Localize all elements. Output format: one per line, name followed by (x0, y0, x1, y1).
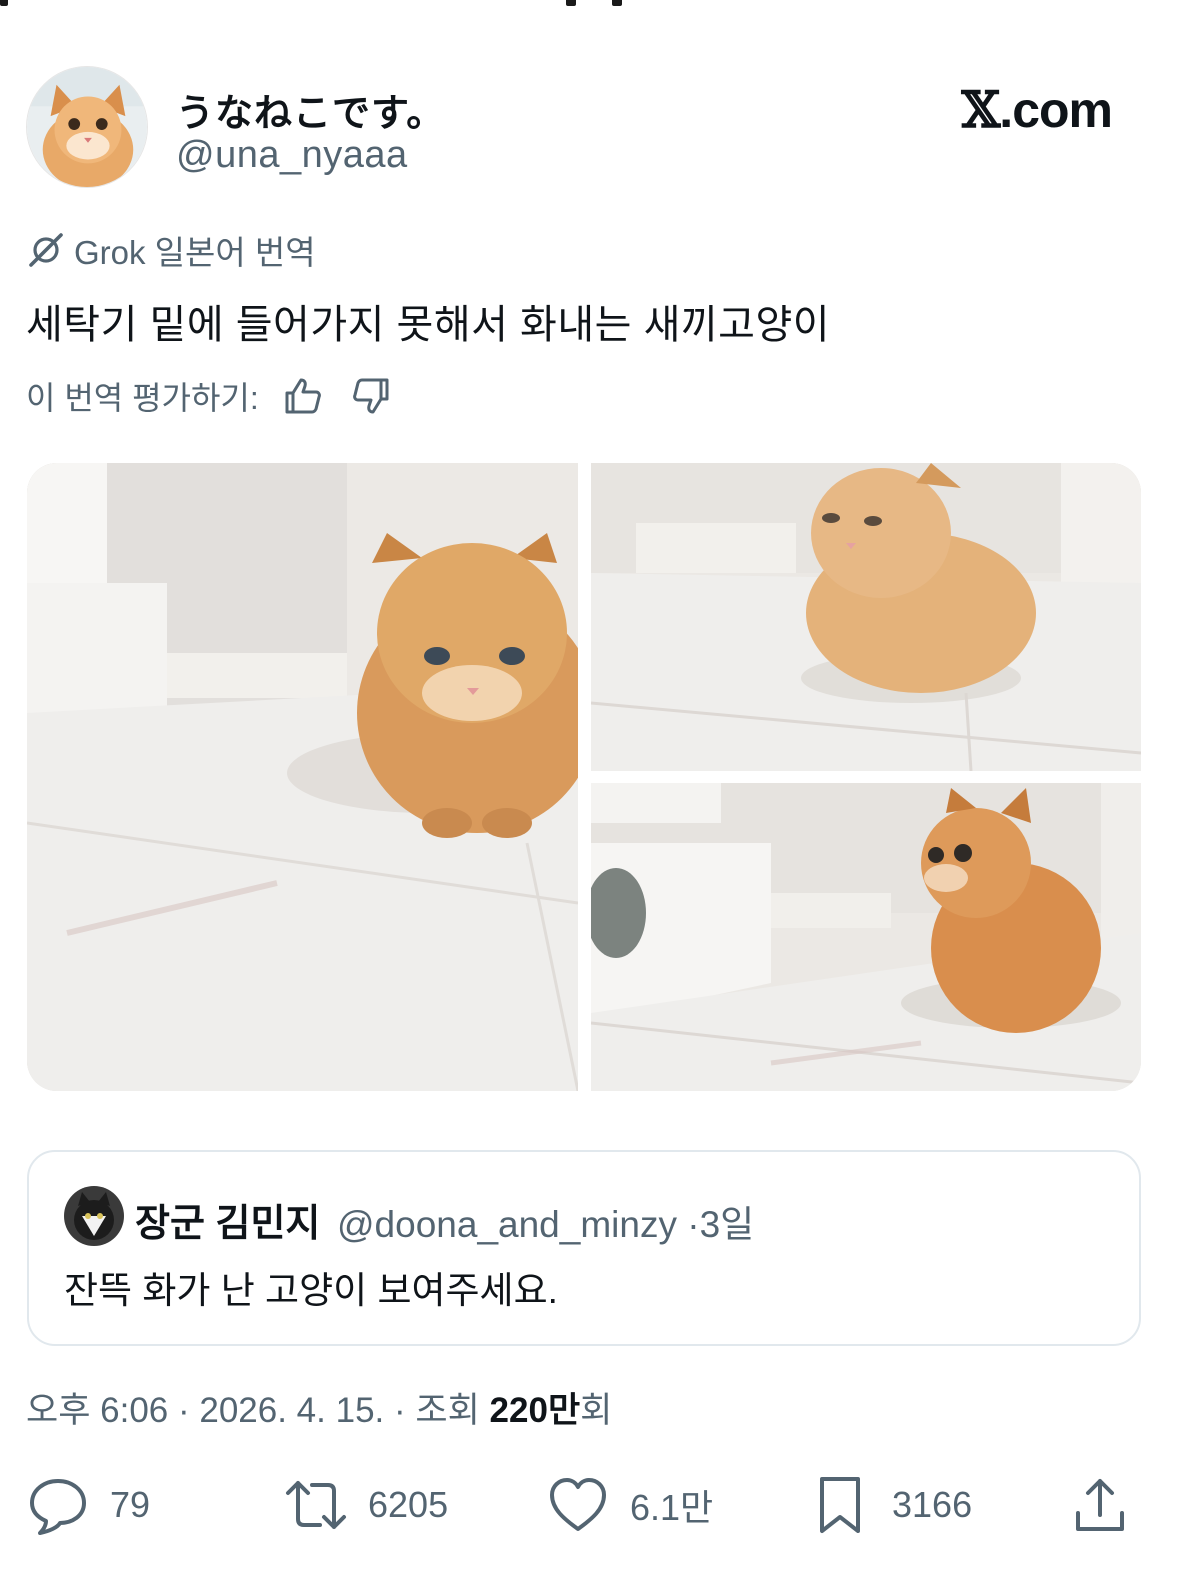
quoted-separator: · (687, 1204, 700, 1245)
quoted-author-avatar[interactable] (64, 1186, 124, 1246)
rating-label: 이 번역 평가하기: (26, 380, 259, 416)
quoted-handle-line: @doona_and_minzy ·3일 (337, 1194, 754, 1248)
heart-icon (550, 1478, 606, 1531)
views-number: 220 (489, 1391, 548, 1430)
tweet-date[interactable]: 2026. 4. 15. (199, 1391, 384, 1430)
repost-button[interactable]: 6205 (284, 1470, 448, 1540)
like-count: 6.1만 (630, 1487, 714, 1528)
quoted-display-name[interactable]: 장군 김민지 (135, 1192, 320, 1247)
status-bar-remnant (0, 0, 1179, 8)
author-avatar[interactable] (26, 66, 148, 188)
photo-3[interactable] (591, 783, 1141, 1091)
reply-button[interactable]: 79 (26, 1470, 150, 1540)
share-icon (1076, 1479, 1124, 1531)
quoted-text: 잔뜩 화가 난 고양이 보여주세요. (64, 1270, 558, 1311)
share-button[interactable] (1068, 1470, 1132, 1540)
views-prefix: 조회 (415, 1391, 480, 1430)
thumbs-up-icon (285, 378, 321, 414)
media-grid (27, 463, 1141, 1091)
brand-suffix: .com (999, 82, 1113, 138)
bookmark-icon (820, 1477, 860, 1533)
x-com-logo: 𝕏.com (962, 80, 1113, 139)
quoted-handle[interactable]: @doona_and_minzy (337, 1204, 677, 1245)
translation-rating: 이 번역 평가하기: (26, 372, 395, 420)
translation-label-text: Grok 일본어 번역 (74, 234, 316, 271)
thumbs-down-button[interactable] (347, 372, 395, 420)
author-handle[interactable]: @una_nyaaa (176, 134, 408, 177)
reply-icon (30, 1479, 86, 1535)
views-unit: 만 (547, 1391, 581, 1430)
like-button[interactable]: 6.1만 (546, 1470, 713, 1540)
bookmark-count: 3166 (892, 1484, 973, 1525)
views-suffix: 회 (580, 1391, 613, 1430)
thumbs-down-icon (352, 378, 389, 414)
photo-2[interactable] (591, 463, 1141, 771)
tweet-header: うなねこです。 @una_nyaaa 𝕏.com (26, 66, 1154, 190)
quoted-age: 3일 (699, 1204, 755, 1245)
views-count: 220만 (490, 1391, 581, 1430)
grok-icon (29, 233, 63, 267)
x-logo-glyph: 𝕏 (961, 80, 1001, 139)
action-bar: 79 6205 6.1만 3166 (26, 1470, 1136, 1540)
tweet-meta: 오후 6:06 · 2026. 4. 15. · 조회 220만회 (26, 1382, 612, 1433)
photo-1[interactable] (27, 463, 578, 1091)
tweet-text: 세탁기 밑에 들어가지 못해서 화내는 새끼고양이 (26, 303, 831, 347)
translation-label: Grok 일본어 번역 (26, 228, 316, 272)
thumbs-up-button[interactable] (279, 372, 327, 420)
reply-count: 79 (110, 1484, 151, 1525)
repost-count: 6205 (368, 1484, 449, 1525)
quoted-tweet[interactable]: 장군 김민지 @doona_and_minzy ·3일 잔뜩 화가 난 고양이 … (27, 1150, 1141, 1346)
bookmark-button[interactable]: 3166 (808, 1470, 972, 1540)
meta-separator: · (394, 1391, 406, 1430)
tweet-time[interactable]: 오후 6:06 (26, 1391, 168, 1430)
author-display-name[interactable]: うなねこです。 (176, 82, 445, 137)
repost-icon (286, 1481, 346, 1529)
meta-separator: · (177, 1391, 190, 1430)
